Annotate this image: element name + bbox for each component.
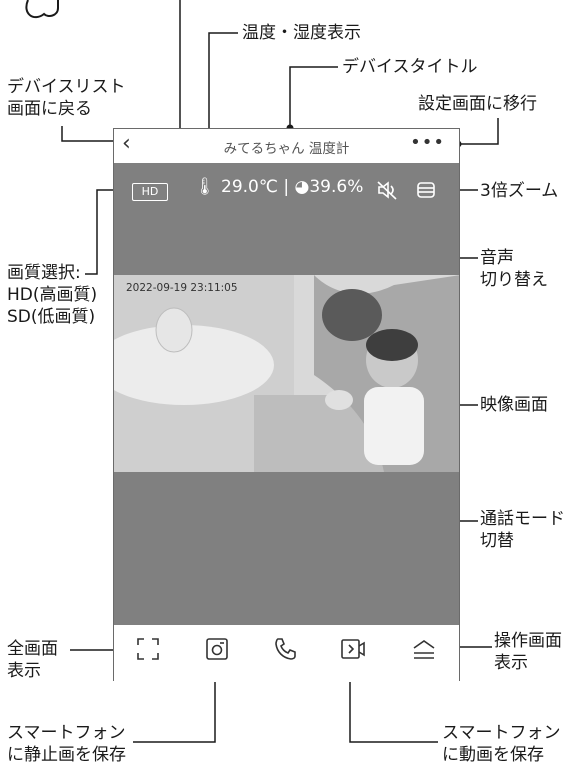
label-talk-mode: 通話モード 切替	[480, 509, 565, 551]
thermometer-icon: 🌡	[194, 177, 216, 197]
label-save-video: スマートフォン に動画を保存	[442, 723, 561, 765]
label-device-title: デバイスタイトル	[342, 57, 478, 77]
separator: |	[283, 177, 290, 197]
label-settings: 設定画面に移行	[418, 94, 537, 114]
top-bar: ‹ みてるちゃん 温度計 •••	[114, 129, 459, 163]
phone-screen: ‹ みてるちゃん 温度計 ••• HD 🌡 29.0℃ | ◕39.6% 202…	[113, 128, 460, 682]
video-record-icon[interactable]	[339, 635, 367, 663]
video-frame-image	[114, 275, 459, 472]
label-audio: 音声 切り替え	[480, 248, 548, 290]
label-operation: 操作画面 表示	[494, 631, 562, 673]
temperature-value: 29.0℃	[221, 177, 278, 197]
more-dots-icon[interactable]: •••	[410, 132, 445, 153]
label-quality: 画質選択: HD(高画質) SD(低画質)	[7, 263, 98, 327]
phone-call-icon[interactable]	[272, 635, 300, 663]
label-temp-humidity: 温度・湿度表示	[242, 23, 361, 43]
video-timestamp: 2022-09-19 23:11:05	[126, 282, 238, 294]
fullscreen-icon[interactable]	[134, 635, 162, 663]
label-video-screen: 映像画面	[480, 395, 548, 415]
humidity-value: 39.6%	[309, 177, 364, 197]
operation-panel-icon[interactable]	[410, 635, 438, 663]
camera-snapshot-icon[interactable]	[203, 635, 231, 663]
label-fullscreen: 全画面 表示	[7, 639, 58, 681]
label-back-to-list: デバイスリスト 画面に戻る	[7, 77, 126, 119]
zoom-icon[interactable]	[416, 180, 436, 200]
bottom-toolbar	[114, 625, 459, 682]
temp-humidity-display: 🌡 29.0℃ | ◕39.6%	[194, 177, 363, 197]
quality-button[interactable]: HD	[132, 183, 168, 201]
speaker-mute-icon[interactable]	[376, 179, 398, 201]
droplet-icon: ◕	[294, 177, 310, 197]
camera-panel: HD 🌡 29.0℃ | ◕39.6% 2022-09-19 23:11:05	[114, 163, 459, 625]
label-zoom: 3倍ズーム	[480, 181, 559, 201]
label-save-still: スマートフォン に静止画を保存	[7, 723, 126, 765]
device-title: みてるちゃん 温度計	[223, 141, 350, 157]
video-screen[interactable]: 2022-09-19 23:11:05	[114, 275, 459, 472]
